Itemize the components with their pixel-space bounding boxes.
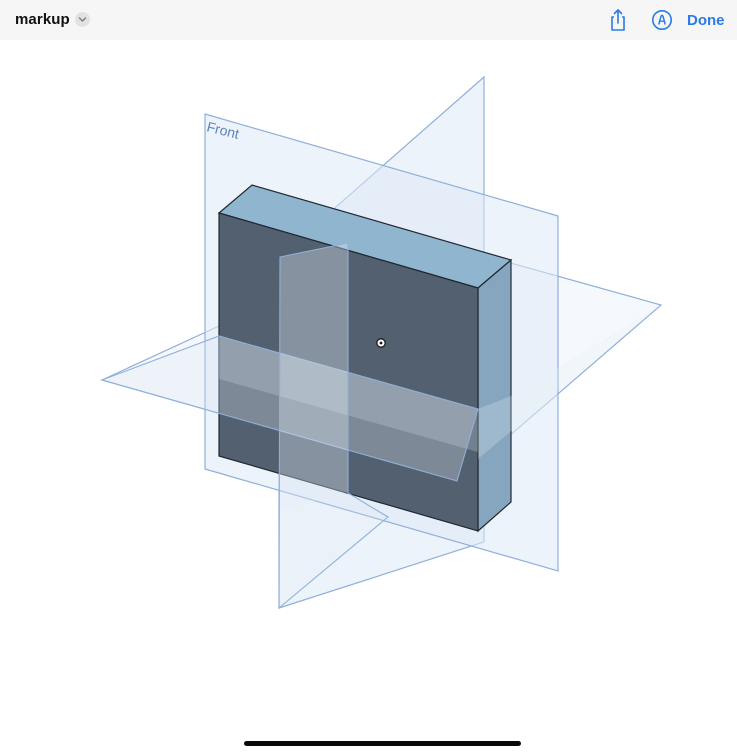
top-toolbar: markup Done <box>0 0 737 40</box>
share-icon <box>611 9 625 31</box>
document-title: markup <box>15 11 70 28</box>
origin-point-icon[interactable] <box>376 338 386 348</box>
chevron-down-icon <box>74 12 90 27</box>
model-scene: Front <box>100 75 663 610</box>
share-button[interactable] <box>606 8 630 32</box>
done-button[interactable]: Done <box>687 12 725 29</box>
markup-button[interactable] <box>650 8 674 32</box>
model-viewport[interactable]: Front <box>0 40 737 753</box>
document-title-menu[interactable]: markup <box>15 11 90 28</box>
box-face-side[interactable] <box>477 258 512 533</box>
home-indicator[interactable] <box>244 741 521 746</box>
markup-pen-icon <box>652 10 672 30</box>
